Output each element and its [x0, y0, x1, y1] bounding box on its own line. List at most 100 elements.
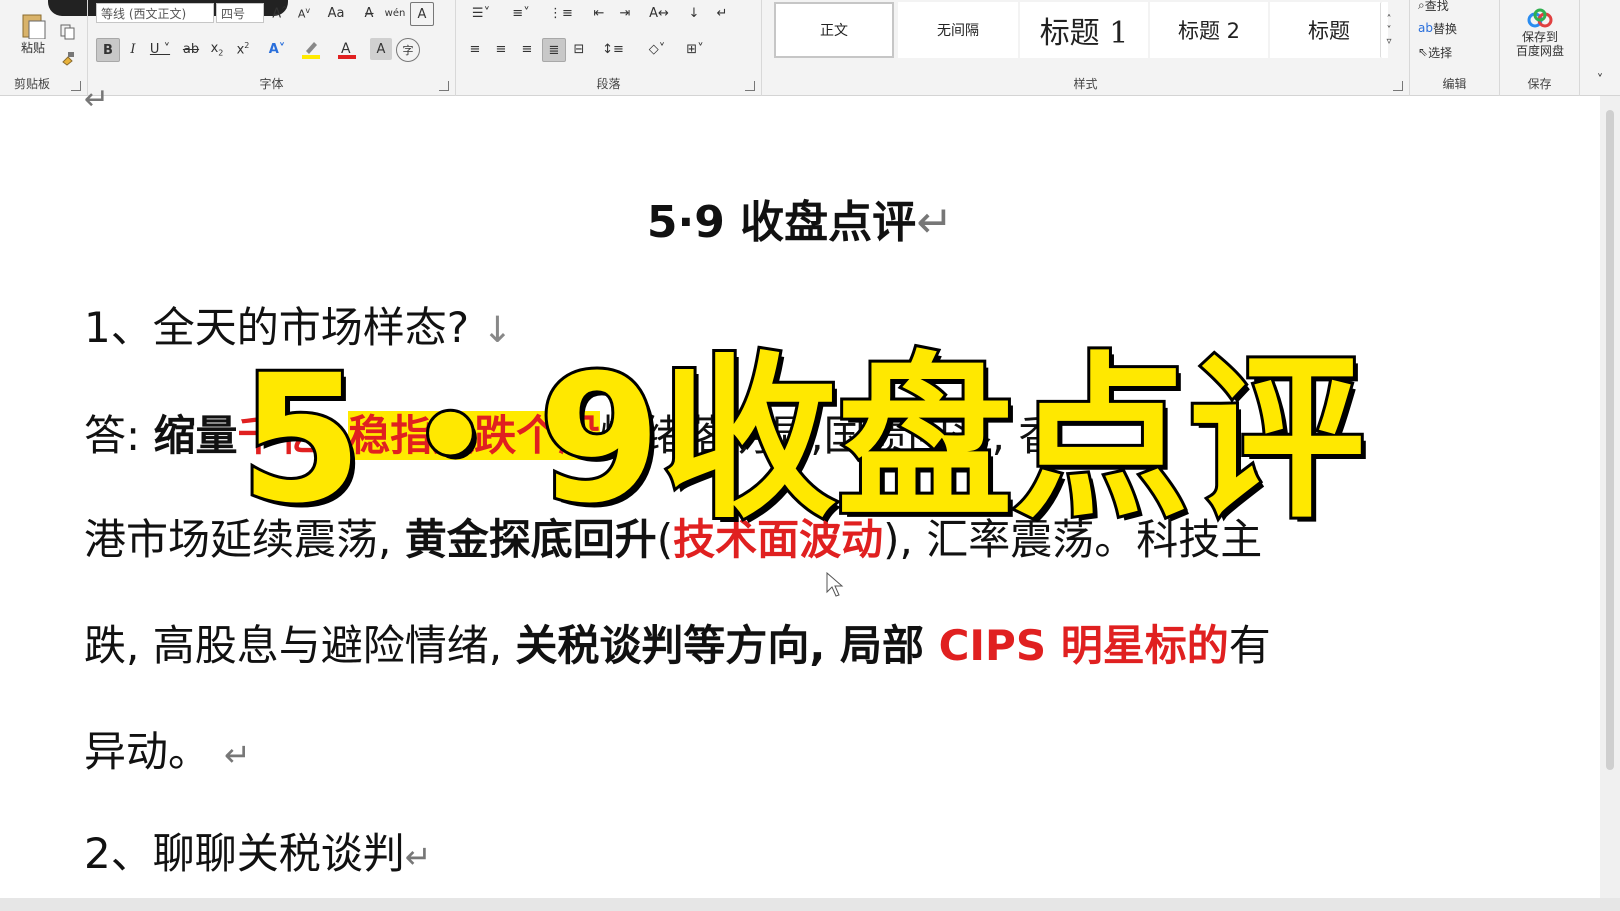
answer-bold-text: 关税谈判等方向, 局部: [515, 621, 939, 670]
subscript-button[interactable]: x2: [206, 38, 228, 60]
strikethrough-icon: ab: [182, 41, 200, 57]
scrollbar-thumb[interactable]: [1606, 110, 1614, 770]
styles-label: 样式: [1073, 77, 1098, 91]
line-spacing-button[interactable]: ↕≡: [596, 38, 630, 60]
mouse-cursor-icon: [826, 572, 844, 597]
answer-prefix: 答:: [84, 411, 154, 460]
save-label: 保存: [1527, 77, 1552, 91]
subscript-icon: x2: [210, 40, 224, 58]
underline-icon: U ˅: [149, 41, 171, 57]
answer-red-text: CIPS 明星标的: [938, 621, 1229, 670]
char-border-button[interactable]: A: [410, 2, 434, 26]
sort-button[interactable]: ↓: [682, 2, 706, 24]
numbering-button[interactable]: ≡˅: [504, 2, 538, 24]
paste-button[interactable]: 粘贴: [12, 4, 54, 64]
style-normal[interactable]: 正文: [774, 2, 894, 58]
increase-indent-button[interactable]: ⇥: [614, 2, 636, 24]
underline-button[interactable]: U ˅: [146, 38, 174, 60]
multilevel-list-button[interactable]: ⋮≡: [544, 2, 578, 24]
line-spacing-icon: ↕≡: [602, 41, 624, 57]
select-button[interactable]: ⇖ 选择: [1418, 42, 1494, 62]
justify-icon: ≣: [548, 42, 560, 58]
enclose-char-icon: 字: [402, 44, 414, 57]
align-right-button[interactable]: ≡: [516, 38, 538, 60]
answer-text: 有: [1228, 621, 1271, 670]
clipboard-launcher-icon[interactable]: [71, 81, 81, 91]
italic-button[interactable]: I: [122, 38, 144, 60]
replace-icon: ab: [1418, 21, 1433, 35]
justify-button[interactable]: ≣: [542, 38, 566, 62]
char-shading-icon: A: [376, 41, 386, 57]
numbering-icon: ≡˅: [512, 5, 530, 21]
editing-group: ⌕ 查找 ab 替换 ⇖ 选择 编辑: [1410, 0, 1500, 96]
style-heading-2[interactable]: 标题 2: [1150, 2, 1268, 58]
align-center-button[interactable]: ≡: [490, 38, 512, 60]
svg-text:A: A: [341, 41, 351, 57]
font-color-button[interactable]: A: [334, 38, 364, 60]
char-shading-button[interactable]: A: [370, 38, 392, 60]
editing-label: 编辑: [1442, 77, 1467, 91]
clipboard-group: 粘贴 剪贴板: [0, 0, 88, 96]
shrink-font-button[interactable]: Av: [294, 2, 314, 24]
superscript-icon: x2: [236, 40, 250, 58]
collapse-ribbon-button[interactable]: ˅: [1588, 70, 1612, 90]
align-left-button[interactable]: ≡: [464, 38, 486, 60]
highlight-color-button[interactable]: [298, 38, 328, 60]
strikethrough-button[interactable]: ab: [180, 38, 202, 60]
format-painter-icon: [62, 52, 74, 66]
paragraph-launcher-icon[interactable]: [745, 81, 755, 91]
bullets-icon: ☰˅: [471, 5, 491, 21]
search-icon: ⌕: [1418, 0, 1425, 12]
answer-bold-text: 缩量: [153, 411, 238, 460]
copy-button[interactable]: [58, 22, 78, 42]
chevron-down-icon: ˅: [1386, 24, 1392, 36]
superscript-button[interactable]: x2: [232, 38, 254, 60]
paragraph-mark: ↵: [84, 82, 110, 117]
style-title[interactable]: 标题: [1270, 2, 1388, 58]
shrink-font-icon: Av: [297, 5, 311, 21]
grow-font-button[interactable]: A^: [270, 2, 290, 24]
replace-button[interactable]: ab 替换: [1418, 18, 1494, 38]
styles-launcher-icon[interactable]: [1393, 81, 1403, 91]
find-label: 查找: [1424, 0, 1449, 13]
text-effects-button[interactable]: A˅: [262, 38, 292, 60]
find-button[interactable]: ⌕ 查找: [1418, 0, 1494, 14]
paragraph-mark: ↵: [224, 736, 251, 774]
font-color-icon: A: [338, 41, 356, 59]
decrease-indent-button[interactable]: ⇤: [588, 2, 610, 24]
chinese-layout-button[interactable]: A↔: [642, 2, 676, 24]
shading-button[interactable]: ◇˅: [640, 38, 674, 60]
paint-bucket-icon: ◇˅: [648, 41, 666, 57]
show-marks-button[interactable]: ↵: [710, 2, 734, 24]
font-name-select[interactable]: 等线 (西文正文): [96, 3, 214, 23]
distributed-button[interactable]: ⊟: [568, 38, 590, 60]
phonetic-guide-button[interactable]: wén: [384, 2, 406, 24]
chevron-down-icon: ˅: [1596, 72, 1604, 88]
answer-line-4[interactable]: 异动。 ↵: [84, 718, 251, 779]
answer-text: 跌, 高股息与避险情绪,: [84, 621, 516, 670]
change-case-button[interactable]: Aa: [320, 2, 352, 24]
font-launcher-icon[interactable]: [439, 81, 449, 91]
save-to-baidu-button[interactable]: 保存到 百度网盘: [1504, 0, 1576, 66]
paragraph-mark: ↵: [404, 838, 432, 876]
multilevel-list-icon: ⋮≡: [549, 5, 573, 21]
paragraph-label: 段落: [596, 77, 621, 91]
clear-format-icon: A̶: [364, 5, 374, 21]
enclose-char-button[interactable]: 字: [396, 38, 420, 62]
highlighter-icon: [302, 42, 320, 59]
question-2[interactable]: 2、聊聊关税谈判↵: [84, 820, 432, 881]
clear-format-button[interactable]: A̶: [358, 2, 380, 24]
style-no-spacing[interactable]: 无间隔: [898, 2, 1018, 58]
answer-line-3[interactable]: 跌, 高股息与避险情绪, 关税谈判等方向, 局部 CIPS 明星标的有: [84, 612, 1271, 673]
font-size-select[interactable]: 四号: [216, 3, 264, 23]
style-heading-1[interactable]: 标题 1: [1020, 2, 1148, 58]
bullets-button[interactable]: ☰˅: [464, 2, 498, 24]
align-right-icon: ≡: [521, 41, 533, 57]
bold-button[interactable]: B: [96, 38, 120, 62]
styles-scroll-button[interactable]: ˄ ˅ ▿: [1380, 2, 1397, 58]
align-center-icon: ≡: [495, 41, 507, 57]
grow-font-icon: A^: [272, 4, 288, 22]
borders-button[interactable]: ⊞˅: [678, 38, 712, 60]
format-painter-button[interactable]: [58, 48, 78, 68]
document-title[interactable]: 5·9 收盘点评↵: [0, 186, 1600, 250]
